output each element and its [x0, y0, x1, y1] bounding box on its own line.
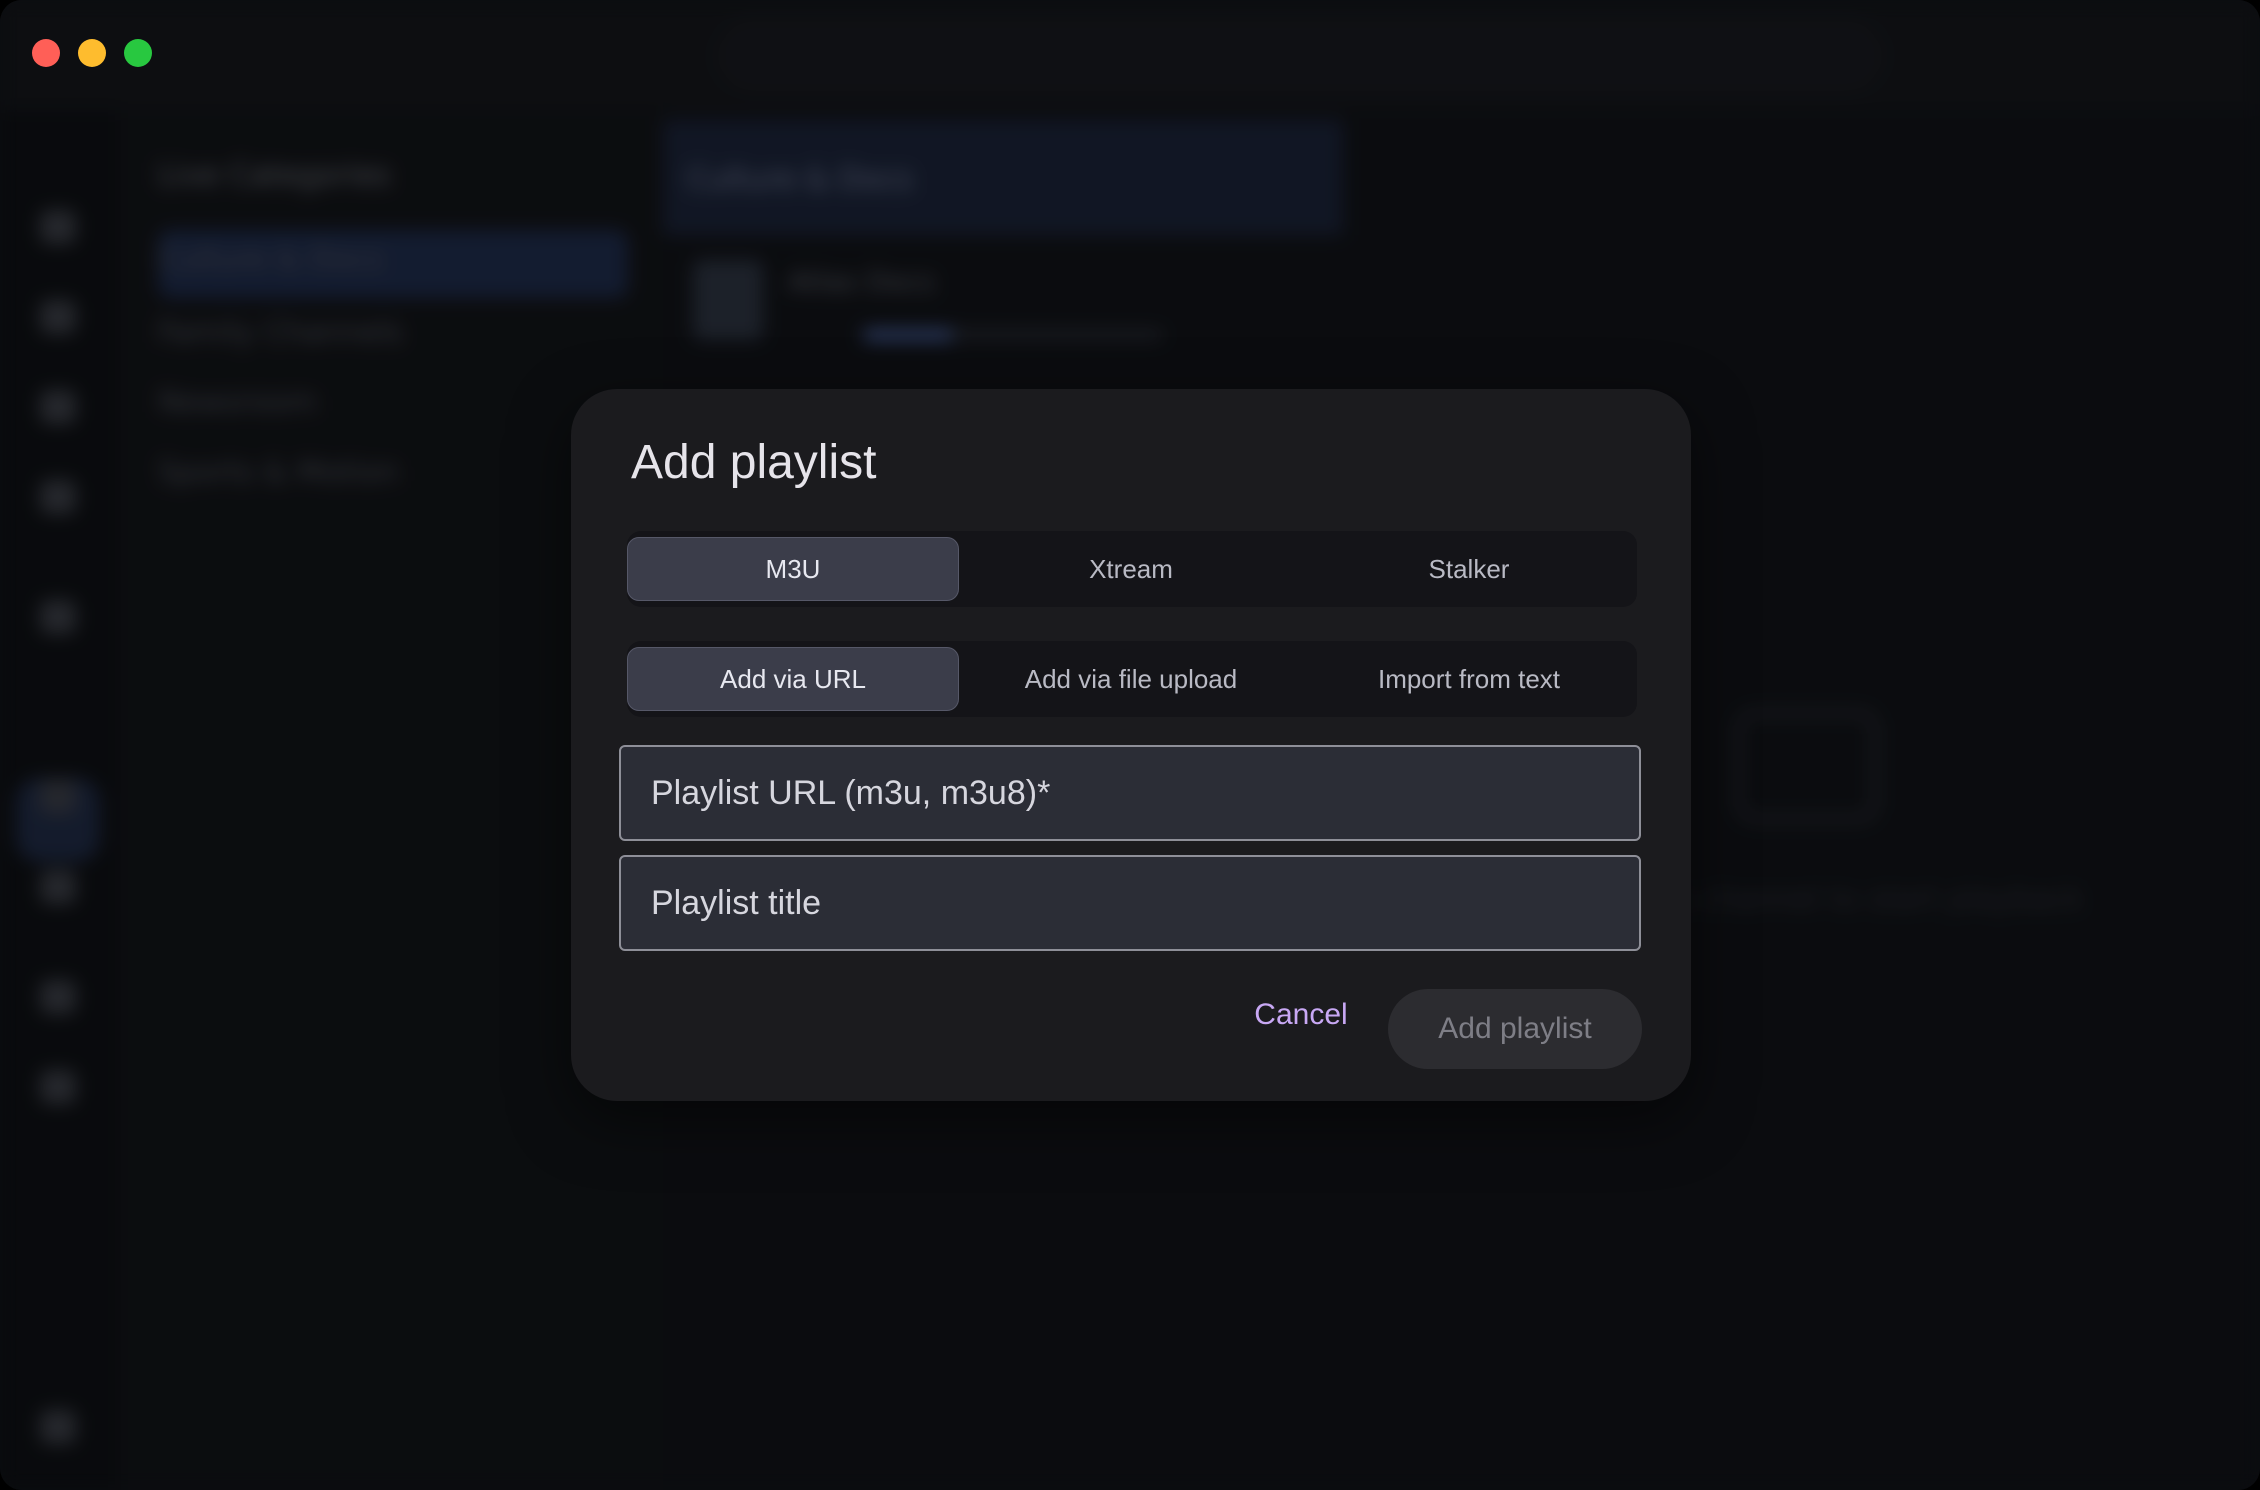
add-playlist-dialog: Add playlist M3U Xtream Stalker Add via …	[571, 389, 1691, 1101]
add-playlist-button[interactable]: Add playlist	[1388, 989, 1642, 1069]
window-minimize-button[interactable]	[78, 39, 106, 67]
tab-add-via-url[interactable]: Add via URL	[627, 647, 959, 711]
tab-m3u[interactable]: M3U	[627, 537, 959, 601]
playlist-title-field	[619, 855, 1641, 951]
cancel-button[interactable]: Cancel	[1241, 989, 1361, 1041]
tab-stalker[interactable]: Stalker	[1303, 537, 1635, 601]
window-maximize-button[interactable]	[124, 39, 152, 67]
tab-xtream[interactable]: Xtream	[965, 537, 1297, 601]
import-method-tabs: Add via URL Add via file upload Import f…	[627, 641, 1637, 717]
dialog-title: Add playlist	[631, 436, 877, 489]
app-window: Live Categories Culture & Docs Family Ch…	[0, 0, 2260, 1490]
playlist-url-input[interactable]	[621, 747, 1639, 839]
playlist-title-input[interactable]	[621, 857, 1639, 949]
playlist-type-tabs: M3U Xtream Stalker	[627, 531, 1637, 607]
tab-add-via-file-upload[interactable]: Add via file upload	[965, 647, 1297, 711]
window-close-button[interactable]	[32, 39, 60, 67]
tab-import-from-text[interactable]: Import from text	[1303, 647, 1635, 711]
playlist-url-field	[619, 745, 1641, 841]
